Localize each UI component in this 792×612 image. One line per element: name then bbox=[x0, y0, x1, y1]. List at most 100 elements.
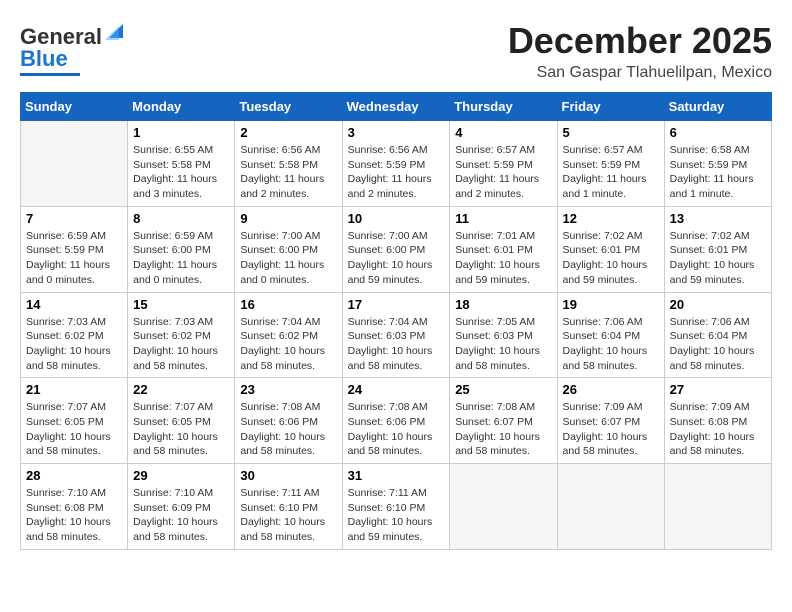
location-title: San Gaspar Tlahuelilpan, Mexico bbox=[508, 64, 772, 82]
day-number: 29 bbox=[133, 468, 229, 483]
calendar-table: SundayMondayTuesdayWednesdayThursdayFrid… bbox=[20, 92, 772, 550]
calendar-cell: 5 Sunrise: 6:57 AMSunset: 5:59 PMDaylight… bbox=[557, 121, 664, 207]
calendar-cell: 3Sunrise: 6:56 AMSunset: 5:59 PMDaylight… bbox=[342, 121, 450, 207]
day-number: 5 bbox=[563, 125, 659, 140]
calendar-cell: 27Sunrise: 7:09 AMSunset: 6:08 PMDayligh… bbox=[664, 378, 771, 464]
calendar-cell: 10Sunrise: 7:00 AMSunset: 6:00 PMDayligh… bbox=[342, 206, 450, 292]
day-info: Sunrise: 7:02 AMSunset: 6:01 PMDaylight:… bbox=[563, 229, 659, 288]
day-info: Sunrise: 7:08 AMSunset: 6:07 PMDaylight:… bbox=[455, 400, 551, 459]
day-info: Sunrise: 7:03 AMSunset: 6:02 PMDaylight:… bbox=[133, 315, 229, 374]
calendar-cell: 12 Sunrise: 7:02 AMSunset: 6:01 PMDayligh… bbox=[557, 206, 664, 292]
day-number: 25 bbox=[455, 382, 551, 397]
day-number: 10 bbox=[348, 211, 445, 226]
calendar-cell: 23 Sunrise: 7:08 AMSunset: 6:06 PMDayligh… bbox=[235, 378, 342, 464]
day-number: 8 bbox=[133, 211, 229, 226]
day-number: 11 bbox=[455, 211, 551, 226]
day-info: Sunrise: 6:58 AMSunset: 5:59 PMDaylight:… bbox=[670, 143, 766, 202]
calendar-cell: 1Sunrise: 6:55 AMSunset: 5:58 PMDaylight… bbox=[128, 121, 235, 207]
title-area: December 2025 San Gaspar Tlahuelilpan, M… bbox=[508, 20, 772, 82]
week-row-4: 21 Sunrise: 7:07 AMSunset: 6:05 PMDayligh… bbox=[21, 378, 772, 464]
day-info: Sunrise: 7:10 AMSunset: 6:09 PMDaylight:… bbox=[133, 486, 229, 545]
week-row-3: 14 Sunrise: 7:03 AMSunset: 6:02 PMDayligh… bbox=[21, 292, 772, 378]
calendar-cell bbox=[450, 464, 557, 550]
calendar-cell: 18Sunrise: 7:05 AMSunset: 6:03 PMDayligh… bbox=[450, 292, 557, 378]
calendar-cell bbox=[557, 464, 664, 550]
calendar-cell: 16 Sunrise: 7:04 AMSunset: 6:02 PMDayligh… bbox=[235, 292, 342, 378]
weekday-header-thursday: Thursday bbox=[450, 93, 557, 121]
calendar-cell: 8Sunrise: 6:59 AMSunset: 6:00 PMDaylight… bbox=[128, 206, 235, 292]
calendar-cell: 22Sunrise: 7:07 AMSunset: 6:05 PMDayligh… bbox=[128, 378, 235, 464]
day-info: Sunrise: 7:09 AMSunset: 6:08 PMDaylight:… bbox=[670, 400, 766, 459]
day-info: Sunrise: 6:57 AMSunset: 5:59 PMDaylight:… bbox=[563, 143, 659, 202]
calendar-cell: 20 Sunrise: 7:06 AMSunset: 6:04 PMDayligh… bbox=[664, 292, 771, 378]
day-info: Sunrise: 7:04 AMSunset: 6:03 PMDaylight:… bbox=[348, 315, 445, 374]
calendar-cell: 28 Sunrise: 7:10 AMSunset: 6:08 PMDayligh… bbox=[21, 464, 128, 550]
calendar-cell: 31 Sunrise: 7:11 AMSunset: 6:10 PMDayligh… bbox=[342, 464, 450, 550]
calendar-cell: 9 Sunrise: 7:00 AMSunset: 6:00 PMDaylight… bbox=[235, 206, 342, 292]
day-number: 15 bbox=[133, 297, 229, 312]
calendar-cell: 11 Sunrise: 7:01 AMSunset: 6:01 PMDayligh… bbox=[450, 206, 557, 292]
day-number: 14 bbox=[26, 297, 122, 312]
day-info: Sunrise: 7:08 AMSunset: 6:06 PMDaylight:… bbox=[240, 400, 336, 459]
logo: General Blue bbox=[20, 20, 127, 76]
day-number: 21 bbox=[26, 382, 122, 397]
week-row-2: 7 Sunrise: 6:59 AMSunset: 5:59 PMDaylight… bbox=[21, 206, 772, 292]
calendar-cell: 14 Sunrise: 7:03 AMSunset: 6:02 PMDayligh… bbox=[21, 292, 128, 378]
day-number: 4 bbox=[455, 125, 551, 140]
day-number: 12 bbox=[563, 211, 659, 226]
calendar-cell: 26 Sunrise: 7:09 AMSunset: 6:07 PMDayligh… bbox=[557, 378, 664, 464]
day-number: 6 bbox=[670, 125, 766, 140]
day-number: 7 bbox=[26, 211, 122, 226]
weekday-header-friday: Friday bbox=[557, 93, 664, 121]
day-info: Sunrise: 7:06 AMSunset: 6:04 PMDaylight:… bbox=[670, 315, 766, 374]
weekday-header-row: SundayMondayTuesdayWednesdayThursdayFrid… bbox=[21, 93, 772, 121]
day-number: 23 bbox=[240, 382, 336, 397]
calendar-cell: 7 Sunrise: 6:59 AMSunset: 5:59 PMDaylight… bbox=[21, 206, 128, 292]
day-info: Sunrise: 6:56 AMSunset: 5:58 PMDaylight:… bbox=[240, 143, 336, 202]
day-info: Sunrise: 7:09 AMSunset: 6:07 PMDaylight:… bbox=[563, 400, 659, 459]
day-number: 28 bbox=[26, 468, 122, 483]
day-info: Sunrise: 7:02 AMSunset: 6:01 PMDaylight:… bbox=[670, 229, 766, 288]
day-number: 16 bbox=[240, 297, 336, 312]
logo-blue-text: Blue bbox=[20, 47, 68, 71]
day-info: Sunrise: 7:06 AMSunset: 6:04 PMDaylight:… bbox=[563, 315, 659, 374]
day-info: Sunrise: 7:11 AMSunset: 6:10 PMDaylight:… bbox=[348, 486, 445, 545]
day-info: Sunrise: 7:10 AMSunset: 6:08 PMDaylight:… bbox=[26, 486, 122, 545]
calendar-cell: 15 Sunrise: 7:03 AMSunset: 6:02 PMDayligh… bbox=[128, 292, 235, 378]
calendar-cell: 24Sunrise: 7:08 AMSunset: 6:06 PMDayligh… bbox=[342, 378, 450, 464]
day-info: Sunrise: 7:05 AMSunset: 6:03 PMDaylight:… bbox=[455, 315, 551, 374]
day-number: 9 bbox=[240, 211, 336, 226]
calendar-cell: 19Sunrise: 7:06 AMSunset: 6:04 PMDayligh… bbox=[557, 292, 664, 378]
calendar-cell: 29 Sunrise: 7:10 AMSunset: 6:09 PMDayligh… bbox=[128, 464, 235, 550]
day-number: 31 bbox=[348, 468, 445, 483]
day-info: Sunrise: 7:11 AMSunset: 6:10 PMDaylight:… bbox=[240, 486, 336, 545]
weekday-header-wednesday: Wednesday bbox=[342, 93, 450, 121]
calendar-cell: 4 Sunrise: 6:57 AMSunset: 5:59 PMDaylight… bbox=[450, 121, 557, 207]
day-info: Sunrise: 7:07 AMSunset: 6:05 PMDaylight:… bbox=[26, 400, 122, 459]
day-info: Sunrise: 6:59 AMSunset: 5:59 PMDaylight:… bbox=[26, 229, 122, 288]
day-info: Sunrise: 7:01 AMSunset: 6:01 PMDaylight:… bbox=[455, 229, 551, 288]
day-info: Sunrise: 6:56 AMSunset: 5:59 PMDaylight:… bbox=[348, 143, 445, 202]
day-info: Sunrise: 7:03 AMSunset: 6:02 PMDaylight:… bbox=[26, 315, 122, 374]
calendar-cell: 25 Sunrise: 7:08 AMSunset: 6:07 PMDayligh… bbox=[450, 378, 557, 464]
weekday-header-saturday: Saturday bbox=[664, 93, 771, 121]
day-number: 26 bbox=[563, 382, 659, 397]
day-number: 1 bbox=[133, 125, 229, 140]
day-info: Sunrise: 7:00 AMSunset: 6:00 PMDaylight:… bbox=[240, 229, 336, 288]
page-header: General Blue December 2025 San Gaspar Tl… bbox=[20, 20, 772, 82]
calendar-cell: 17 Sunrise: 7:04 AMSunset: 6:03 PMDayligh… bbox=[342, 292, 450, 378]
day-info: Sunrise: 7:04 AMSunset: 6:02 PMDaylight:… bbox=[240, 315, 336, 374]
day-number: 2 bbox=[240, 125, 336, 140]
day-number: 20 bbox=[670, 297, 766, 312]
day-number: 17 bbox=[348, 297, 445, 312]
calendar-cell: 21 Sunrise: 7:07 AMSunset: 6:05 PMDayligh… bbox=[21, 378, 128, 464]
day-number: 30 bbox=[240, 468, 336, 483]
logo-triangle-icon bbox=[105, 20, 127, 40]
calendar-cell: 2 Sunrise: 6:56 AMSunset: 5:58 PMDaylight… bbox=[235, 121, 342, 207]
calendar-cell: 30 Sunrise: 7:11 AMSunset: 6:10 PMDayligh… bbox=[235, 464, 342, 550]
day-info: Sunrise: 6:57 AMSunset: 5:59 PMDaylight:… bbox=[455, 143, 551, 202]
day-info: Sunrise: 7:08 AMSunset: 6:06 PMDaylight:… bbox=[348, 400, 445, 459]
weekday-header-sunday: Sunday bbox=[21, 93, 128, 121]
day-info: Sunrise: 7:07 AMSunset: 6:05 PMDaylight:… bbox=[133, 400, 229, 459]
weekday-header-tuesday: Tuesday bbox=[235, 93, 342, 121]
